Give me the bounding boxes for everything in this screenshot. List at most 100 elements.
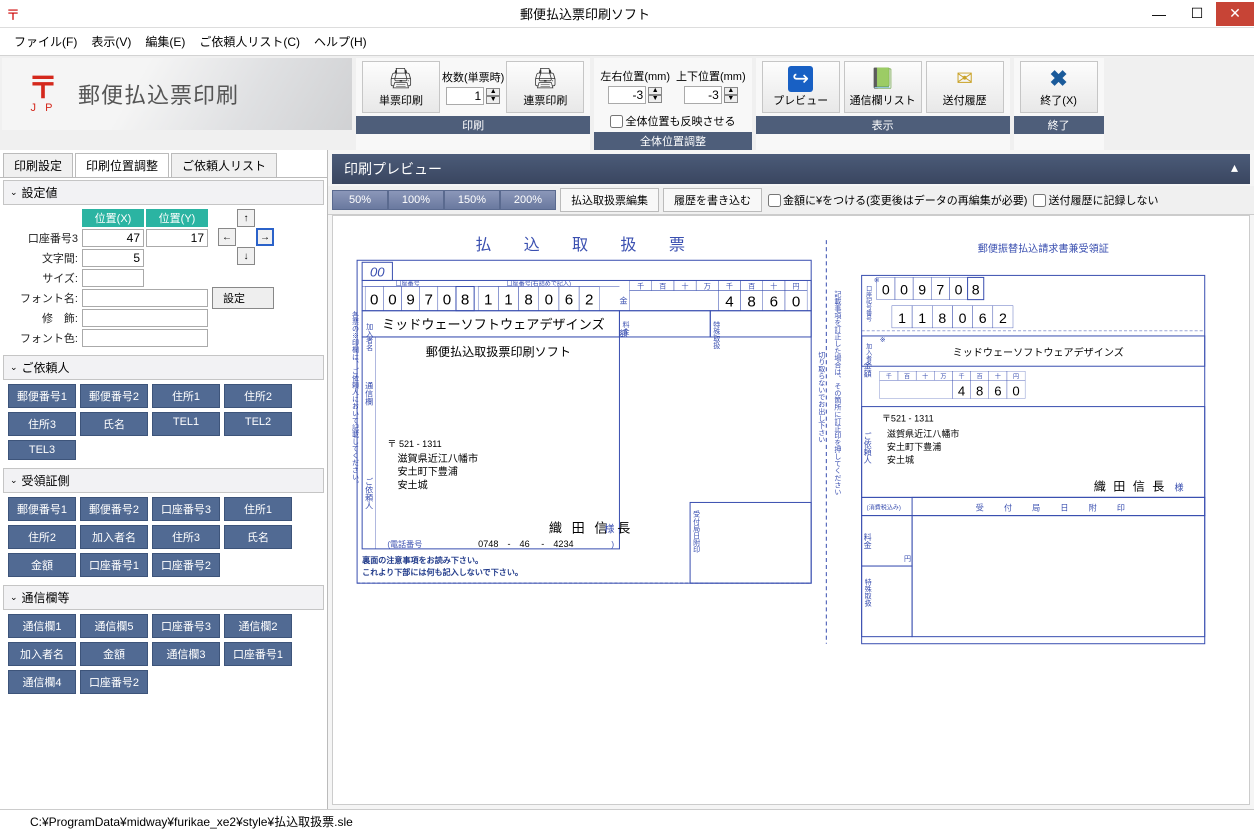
field-button[interactable]: 口座番号2 [80,670,148,694]
field-button[interactable]: 郵便番号1 [8,497,76,521]
app-icon: 〒 [6,5,24,23]
section-settings-header[interactable]: ⌄ 設定値 [3,180,324,205]
lr-spinner[interactable]: ▲▼ [648,87,662,103]
field-button[interactable]: 氏名 [224,525,292,549]
field-button[interactable]: 住所1 [152,384,220,408]
svg-text:百: 百 [977,373,983,380]
close-button[interactable]: ✕ [1216,2,1254,26]
field-button[interactable]: 郵便番号2 [80,384,148,408]
zoom-100-button[interactable]: 100% [388,190,444,210]
menu-edit[interactable]: 編集(E) [139,31,191,52]
svg-text:百: 百 [904,373,910,380]
field-button[interactable]: 通信欄4 [8,670,76,694]
arrow-down-button[interactable]: ↓ [237,247,255,265]
copies-spinner[interactable]: ▲▼ [486,88,500,104]
pos-x-input[interactable] [82,229,144,247]
field-button[interactable]: 通信欄1 [8,614,76,638]
preview-button[interactable]: プレビュー [762,61,840,113]
reflect-all-checkbox[interactable] [610,115,623,128]
pos-y-input[interactable] [146,229,208,247]
menu-client-list[interactable]: ご依頼人リスト(C) [193,31,306,52]
font-color-input[interactable] [82,329,208,347]
section-requester-header[interactable]: ⌄ ご依頼人 [3,355,324,380]
section-receipt-header[interactable]: ⌄ 受領証側 [3,468,324,493]
preview-collapse-button[interactable]: ▴ [1231,159,1238,179]
field-button[interactable]: 郵便番号1 [8,384,76,408]
tab-client-list[interactable]: ご依頼人リスト [171,153,277,177]
zoom-150-button[interactable]: 150% [444,190,500,210]
svg-text:郵便振替払込請求書兼受領証: 郵便振替払込請求書兼受領証 [978,242,1109,255]
preview-canvas[interactable]: 払 込 取 扱 票00口座番号口座番号(右詰めで記入)009708118062金… [332,215,1250,805]
field-button[interactable]: 口座番号3 [152,614,220,638]
zoom-50-button[interactable]: 50% [332,190,388,210]
decoration-input[interactable] [82,309,208,327]
svg-text:4: 4 [725,294,733,311]
char-spacing-input[interactable] [82,249,144,267]
lr-pos-input[interactable] [608,86,646,104]
mail-icon [956,66,973,92]
field-button[interactable]: TEL2 [224,412,292,436]
field-button[interactable]: 口座番号2 [152,553,220,577]
edit-form-button[interactable]: 払込取扱票編集 [560,188,659,212]
menu-file[interactable]: ファイル(F) [8,31,83,52]
field-button[interactable]: 口座番号3 [152,497,220,521]
svg-text:滋賀県近江八幡市: 滋賀県近江八幡市 [397,452,478,465]
window-titlebar: 〒 郵便払込票印刷ソフト — ☐ ✕ [0,0,1254,28]
arrow-up-button[interactable]: ↑ [237,209,255,227]
field-button[interactable]: 住所3 [8,412,76,436]
zoom-200-button[interactable]: 200% [500,190,556,210]
menu-help[interactable]: ヘルプ(H) [308,31,373,52]
svg-text:十: 十 [770,282,777,291]
menu-view[interactable]: 表示(V) [85,31,137,52]
row-label: 口座番号3 [8,230,80,246]
field-button[interactable]: 加入者名 [8,642,76,666]
field-button[interactable]: 郵便番号2 [80,497,148,521]
svg-text:織 田 信 長: 織 田 信 長 [549,521,634,536]
set-button[interactable]: 設定 [212,287,274,309]
svg-text:加入者名: 加入者名 [865,342,872,368]
write-history-button[interactable]: 履歴を書き込む [663,188,762,212]
field-button[interactable]: 金額 [80,642,148,666]
font-label: フォント名: [8,290,80,306]
tab-print-settings[interactable]: 印刷設定 [3,153,73,177]
single-print-button[interactable]: 単票印刷 [362,61,440,113]
copies-input[interactable] [446,87,484,105]
svg-text:0: 0 [1012,383,1019,398]
ud-pos-input[interactable] [684,86,722,104]
field-button[interactable]: 口座番号1 [80,553,148,577]
minimize-button[interactable]: — [1140,2,1178,26]
svg-text:〒 521 - 1311: 〒 521 - 1311 [387,439,441,449]
field-button[interactable]: 通信欄3 [152,642,220,666]
field-button[interactable]: 金額 [8,553,76,577]
field-button[interactable]: 口座番号1 [224,642,292,666]
ud-spinner[interactable]: ▲▼ [724,87,738,103]
field-button[interactable]: 氏名 [80,412,148,436]
tsushin-list-button[interactable]: 通信欄リスト [844,61,922,113]
field-button[interactable]: 住所1 [224,497,292,521]
chevron-down-icon: ⌄ [10,362,18,373]
record-history-checkbox[interactable] [1033,194,1046,207]
exit-button[interactable]: 終了(X) [1020,61,1098,113]
arrow-left-button[interactable]: ← [218,228,236,246]
field-button[interactable]: 通信欄5 [80,614,148,638]
arrow-right-button[interactable]: → [256,228,274,246]
font-input[interactable] [82,289,208,307]
continuous-print-button[interactable]: 連票印刷 [506,61,584,113]
field-button[interactable]: 加入者名 [80,525,148,549]
field-button[interactable]: 住所2 [224,384,292,408]
field-button[interactable]: 住所3 [152,525,220,549]
tab-pos-adjust[interactable]: 印刷位置調整 [75,153,169,177]
size-input[interactable] [82,269,144,287]
section-tsushin-header[interactable]: ⌄ 通信欄等 [3,585,324,610]
yen-checkbox[interactable] [768,194,781,207]
field-button[interactable]: TEL3 [8,440,76,460]
svg-text:6: 6 [994,383,1001,398]
svg-text:安土町下豊浦: 安土町下豊浦 [397,465,457,478]
field-button[interactable]: 住所2 [8,525,76,549]
copies-label: 枚数(単票時) [442,69,504,85]
maximize-button[interactable]: ☐ [1178,2,1216,26]
send-history-button[interactable]: 送付履歴 [926,61,1004,113]
field-button[interactable]: 通信欄2 [224,614,292,638]
font-color-label: フォント色: [8,330,80,346]
field-button[interactable]: TEL1 [152,412,220,436]
